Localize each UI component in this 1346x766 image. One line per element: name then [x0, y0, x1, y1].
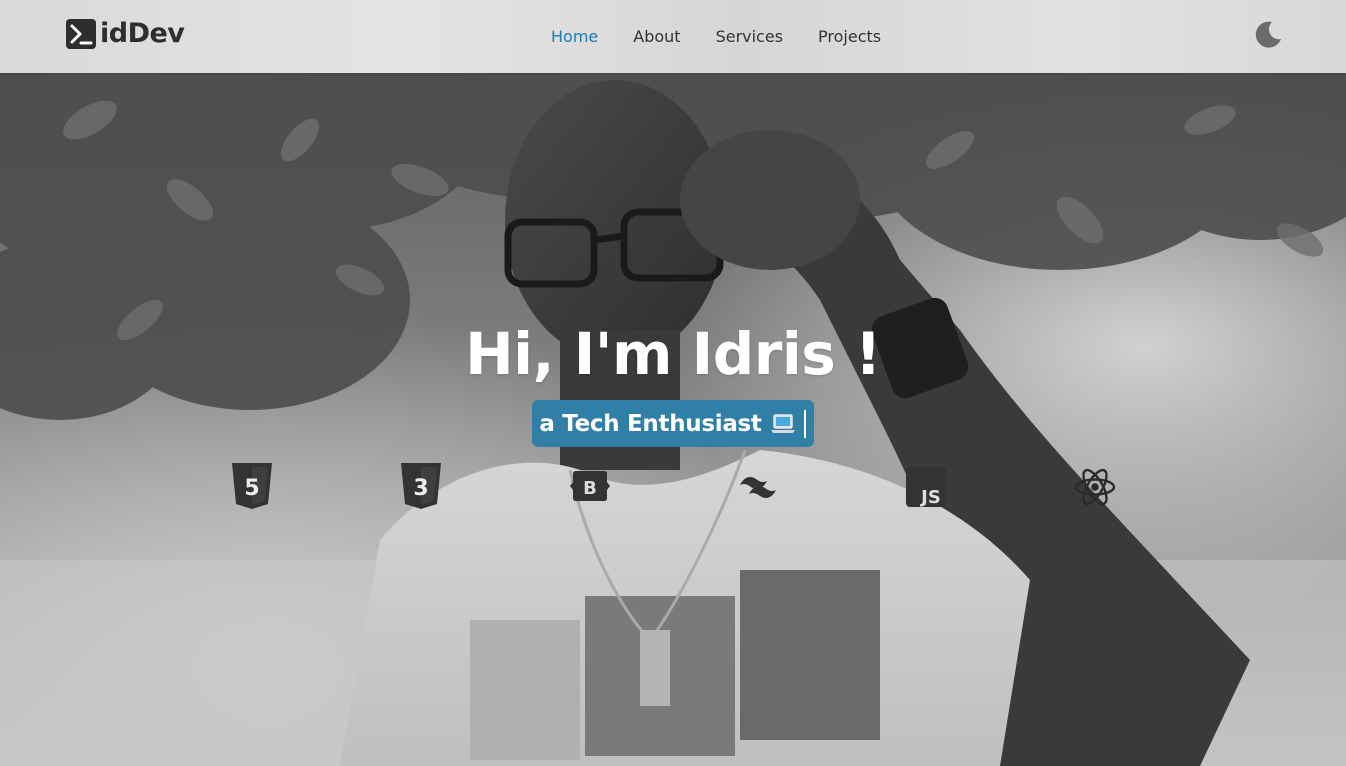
laptop-icon — [770, 413, 795, 433]
javascript-icon-label: JS — [919, 487, 941, 508]
bootstrap-icon-label: B — [583, 478, 597, 499]
nav-link-projects[interactable]: Projects — [818, 26, 881, 48]
hero-subtitle-text: a Tech Enthusiast — [539, 410, 762, 437]
logo[interactable]: idDev — [66, 18, 185, 49]
terminal-icon — [66, 19, 96, 49]
tech-icons-row: 5 3 B JS — [0, 462, 1346, 512]
hero-subtitle-badge: a Tech Enthusiast — [532, 400, 814, 447]
navbar: idDev Home About Services Projects — [0, 0, 1346, 73]
css3-icon: 3 — [401, 463, 441, 509]
nav-link-about[interactable]: About — [633, 26, 680, 48]
javascript-icon: JS — [906, 467, 946, 508]
bootstrap-icon: B — [570, 471, 610, 501]
nav-link-services[interactable]: Services — [716, 26, 783, 48]
html5-icon-label: 5 — [244, 476, 259, 501]
page: idDev Home About Services Projects Hi, I… — [0, 0, 1346, 766]
react-icon — [1074, 468, 1116, 506]
hero-title: Hi, I'm Idris ! — [465, 320, 881, 388]
nav-links: Home About Services Projects — [551, 26, 916, 48]
moon-icon[interactable] — [1252, 19, 1284, 51]
typing-cursor — [803, 409, 806, 438]
nav-link-home[interactable]: Home — [551, 26, 598, 48]
tailwind-icon — [740, 477, 776, 498]
hero-subtitle-container: a Tech Enthusiast — [0, 400, 1346, 447]
logo-text: idDev — [100, 18, 185, 49]
css3-icon-label: 3 — [413, 476, 428, 501]
html5-icon: 5 — [232, 463, 272, 509]
